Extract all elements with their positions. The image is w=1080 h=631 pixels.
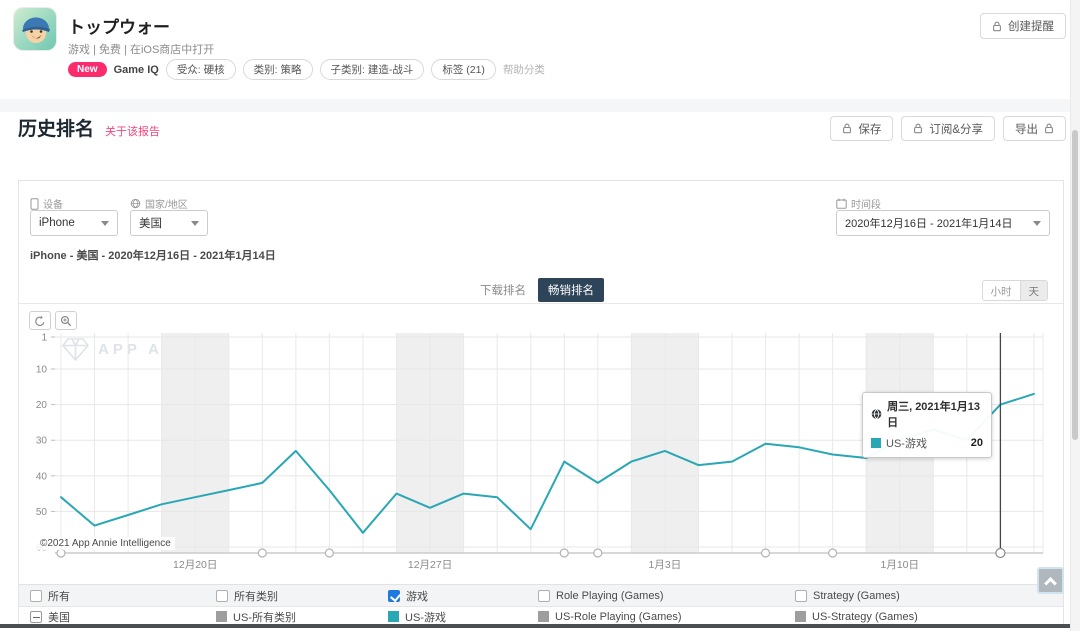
period-filter-label: 时间段 xyxy=(836,196,881,211)
legend-label: US-Role Playing (Games) xyxy=(555,611,682,623)
legend-label: US-所有类别 xyxy=(233,609,296,625)
device-filter-label: 设备 xyxy=(30,196,63,211)
checkbox-icon[interactable] xyxy=(538,590,550,602)
divider xyxy=(19,303,1063,304)
page-title: 历史排名 xyxy=(18,114,94,141)
legend-header-item-3[interactable]: Role Playing (Games) xyxy=(538,590,664,602)
legend-country-row: 美国 US-所有类别 US-游戏 US-Role Playing (Games) US-… xyxy=(19,608,1063,625)
checkbox-checked-icon[interactable] xyxy=(388,590,400,602)
legend-header-item-2[interactable]: 游戏 xyxy=(388,588,428,604)
app-badges: New Game IQ 受众: 硬核 类别: 策略 子类别: 建造-战斗 标签 … xyxy=(68,59,545,80)
tag-category[interactable]: 类别: 策略 xyxy=(243,59,313,80)
app-icon xyxy=(14,8,56,50)
legend-label: Strategy (Games) xyxy=(813,590,900,602)
lock-icon xyxy=(913,123,923,134)
tooltip-date: 周三, 2021年1月13日 xyxy=(887,398,983,430)
device-select[interactable]: iPhone xyxy=(30,210,118,236)
tag-audience[interactable]: 受众: 硬核 xyxy=(166,59,236,80)
globe-icon xyxy=(130,198,141,209)
globe-icon xyxy=(871,408,882,420)
tab-download-rank[interactable]: 下载排名 xyxy=(476,279,530,301)
period-value: 2020年12月16日 - 2021年1月14日 xyxy=(845,215,1025,231)
chevron-down-icon xyxy=(191,221,199,226)
watermark: APP ANNIE xyxy=(62,338,215,361)
selection-summary: iPhone - 美国 - 2020年12月16日 - 2021年1月14日 xyxy=(30,247,276,263)
create-alert-button[interactable]: 创建提醒 xyxy=(980,13,1066,39)
create-alert-label: 创建提醒 xyxy=(1008,18,1054,34)
tab-grossing-rank[interactable]: 畅销排名 xyxy=(538,278,604,302)
toggle-day[interactable]: 天 xyxy=(1020,281,1048,300)
legend-header-item-0[interactable]: 所有 xyxy=(30,588,70,604)
app-title: トップウォー xyxy=(68,13,170,38)
legend-country-item-3[interactable]: US-Role Playing (Games) xyxy=(538,611,682,623)
calendar-icon xyxy=(836,198,847,209)
legend-country-item-1[interactable]: US-所有类别 xyxy=(216,609,296,625)
tag-count[interactable]: 标签 (21) xyxy=(431,59,496,80)
toggle-hour[interactable]: 小时 xyxy=(983,281,1020,300)
help-classify-link[interactable]: 帮助分类 xyxy=(503,62,545,77)
new-badge: New xyxy=(68,62,107,77)
legend-label: Role Playing (Games) xyxy=(556,590,664,602)
series-swatch xyxy=(795,611,806,622)
chevron-down-icon xyxy=(1033,221,1041,226)
magnifier-icon xyxy=(60,315,72,327)
section-separator xyxy=(0,99,1080,112)
export-label: 导出 xyxy=(1015,121,1038,137)
checkbox-icon[interactable] xyxy=(30,590,42,602)
export-button[interactable]: 导出 xyxy=(1003,116,1066,141)
lock-icon xyxy=(842,123,852,134)
period-select[interactable]: 2020年12月16日 - 2021年1月14日 xyxy=(836,210,1050,236)
legend-country-item-0[interactable]: 美国 xyxy=(30,609,70,625)
device-icon xyxy=(30,198,39,210)
app-subtitle[interactable]: 游戏 | 免费 | 在iOS商店中打开 xyxy=(68,41,214,57)
country-select[interactable]: 美国 xyxy=(130,210,208,236)
legend-country-item-4[interactable]: US-Strategy (Games) xyxy=(795,611,918,623)
reset-zoom-button[interactable] xyxy=(29,311,51,330)
series-swatch xyxy=(216,611,227,622)
tooltip-value: 20 xyxy=(971,437,983,449)
country-filter-label: 国家/地区 xyxy=(130,196,188,211)
series-swatch xyxy=(538,611,549,622)
lock-icon xyxy=(992,21,1002,32)
chart-tooltip: 周三, 2021年1月13日 US-游戏 20 xyxy=(862,392,992,458)
game-iq-label: Game IQ xyxy=(114,64,159,76)
subscribe-share-label: 订阅&分享 xyxy=(929,121,983,137)
save-button[interactable]: 保存 xyxy=(830,116,893,141)
tag-subcategory[interactable]: 子类别: 建造-战斗 xyxy=(320,59,425,80)
checkbox-icon[interactable] xyxy=(795,590,807,602)
legend-label: US-游戏 xyxy=(405,609,446,625)
legend-label: US-Strategy (Games) xyxy=(812,611,918,623)
legend-label: 美国 xyxy=(48,609,70,625)
series-swatch xyxy=(871,438,881,448)
subscribe-share-button[interactable]: 订阅&分享 xyxy=(901,116,995,141)
app-annie-logo-icon xyxy=(62,338,89,361)
legend-header-item-4[interactable]: Strategy (Games) xyxy=(795,590,900,602)
footer-bar xyxy=(0,624,1080,628)
tooltip-series: US-游戏 xyxy=(886,435,927,451)
report-actions: 保存 订阅&分享 导出 xyxy=(830,116,1066,141)
checkbox-icon[interactable] xyxy=(216,590,228,602)
legend-label: 所有 xyxy=(48,588,70,604)
lock-icon xyxy=(1044,123,1054,134)
app-annie-rank-history-page: トップウォー 游戏 | 免费 | 在iOS商店中打开 New Game IQ 受… xyxy=(0,0,1080,631)
series-swatch xyxy=(388,611,399,622)
country-value: 美国 xyxy=(139,215,183,231)
undo-icon xyxy=(34,315,46,327)
collapse-icon[interactable] xyxy=(30,611,42,623)
legend-label: 所有类别 xyxy=(234,588,278,604)
legend-label: 游戏 xyxy=(406,588,428,604)
legend-header-row: 所有 所有类别 游戏 Role Playing (Games) Strategy (Ga… xyxy=(19,584,1063,607)
legend-header-item-1[interactable]: 所有类别 xyxy=(216,588,278,604)
scrollbar-thumb[interactable] xyxy=(1072,130,1078,440)
chevron-up-icon xyxy=(1044,577,1057,590)
scroll-to-top-button[interactable] xyxy=(1037,567,1064,594)
legend-country-item-2[interactable]: US-游戏 xyxy=(388,609,446,625)
chevron-down-icon xyxy=(101,221,109,226)
save-label: 保存 xyxy=(858,121,881,137)
about-report-link[interactable]: 关于该报告 xyxy=(105,123,160,139)
copyright-note: ©2021 App Annie Intelligence xyxy=(36,537,175,550)
zoom-mode-button[interactable] xyxy=(55,311,77,330)
device-value: iPhone xyxy=(39,217,93,229)
granularity-toggle: 小时 天 xyxy=(982,280,1049,301)
